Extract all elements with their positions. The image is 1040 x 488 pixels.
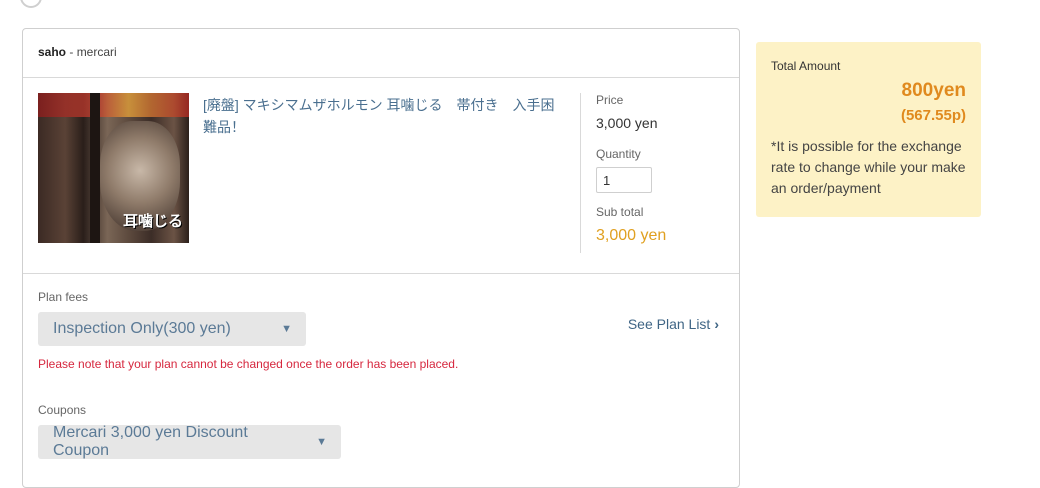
chevron-right-icon: ›: [714, 316, 719, 332]
plan-section: Plan fees Inspection Only(300 yen) ▼ See…: [23, 274, 739, 459]
total-amount-yen: 800yen: [901, 80, 966, 101]
total-amount-points: (567.55p): [900, 107, 966, 124]
plan-selected-value: Inspection Only(300 yen): [53, 320, 231, 337]
item-thumbnail[interactable]: 耳噛じる: [38, 93, 189, 243]
coupon-selected-value: Mercari 3,000 yen Discount Coupon: [53, 424, 248, 459]
exchange-rate-note: *It is possible for the exchange rate to…: [771, 138, 966, 196]
plan-warning-note: Please note that your plan cannot be cha…: [38, 357, 459, 371]
plan-select[interactable]: Inspection Only(300 yen) ▼: [38, 312, 306, 346]
subtotal-label: Sub total: [596, 205, 644, 219]
seller-separator: -: [66, 45, 77, 59]
seller-name: saho: [38, 45, 67, 59]
seller-header: saho - mercari: [23, 29, 739, 78]
coupons-label: Coupons: [38, 403, 87, 417]
step-indicator-icon: [20, 0, 42, 8]
quantity-label: Quantity: [596, 147, 641, 161]
see-plan-list-label: See Plan List: [627, 316, 711, 332]
price-label: Price: [596, 93, 624, 107]
subtotal-value: 3,000 yen: [596, 227, 667, 244]
item-title-link[interactable]: [廃盤] マキシマムザホルモン 耳噛じる 帯付き 入手困難品！: [203, 94, 563, 138]
seller-platform: mercari: [76, 45, 117, 59]
coupon-select[interactable]: Mercari 3,000 yen Discount Coupon ▼: [38, 424, 341, 459]
item-row: 耳噛じる [廃盤] マキシマムザホルモン 耳噛じる 帯付き 入手困難品！ Pri…: [23, 78, 739, 274]
quantity-input[interactable]: [596, 167, 652, 193]
total-amount-label: Total Amount: [771, 59, 841, 73]
price-value: 3,000 yen: [596, 115, 658, 131]
thumbnail-text: 耳噛じる: [122, 213, 183, 230]
cropped-step-text: [56, 0, 656, 4]
order-card: saho - mercari 耳噛じる [廃盤] マキシマムザホルモン 耳噛じる…: [22, 28, 740, 488]
plan-fees-label: Plan fees: [38, 290, 89, 304]
caret-down-icon: ▼: [316, 436, 327, 448]
total-amount-panel: Total Amount 800yen (567.55p) *It is pos…: [756, 42, 981, 217]
caret-down-icon: ▼: [281, 323, 292, 335]
price-column: Price 3,000 yen Quantity Sub total 3,000…: [580, 93, 730, 253]
see-plan-list-link[interactable]: See Plan List ›: [628, 316, 719, 332]
